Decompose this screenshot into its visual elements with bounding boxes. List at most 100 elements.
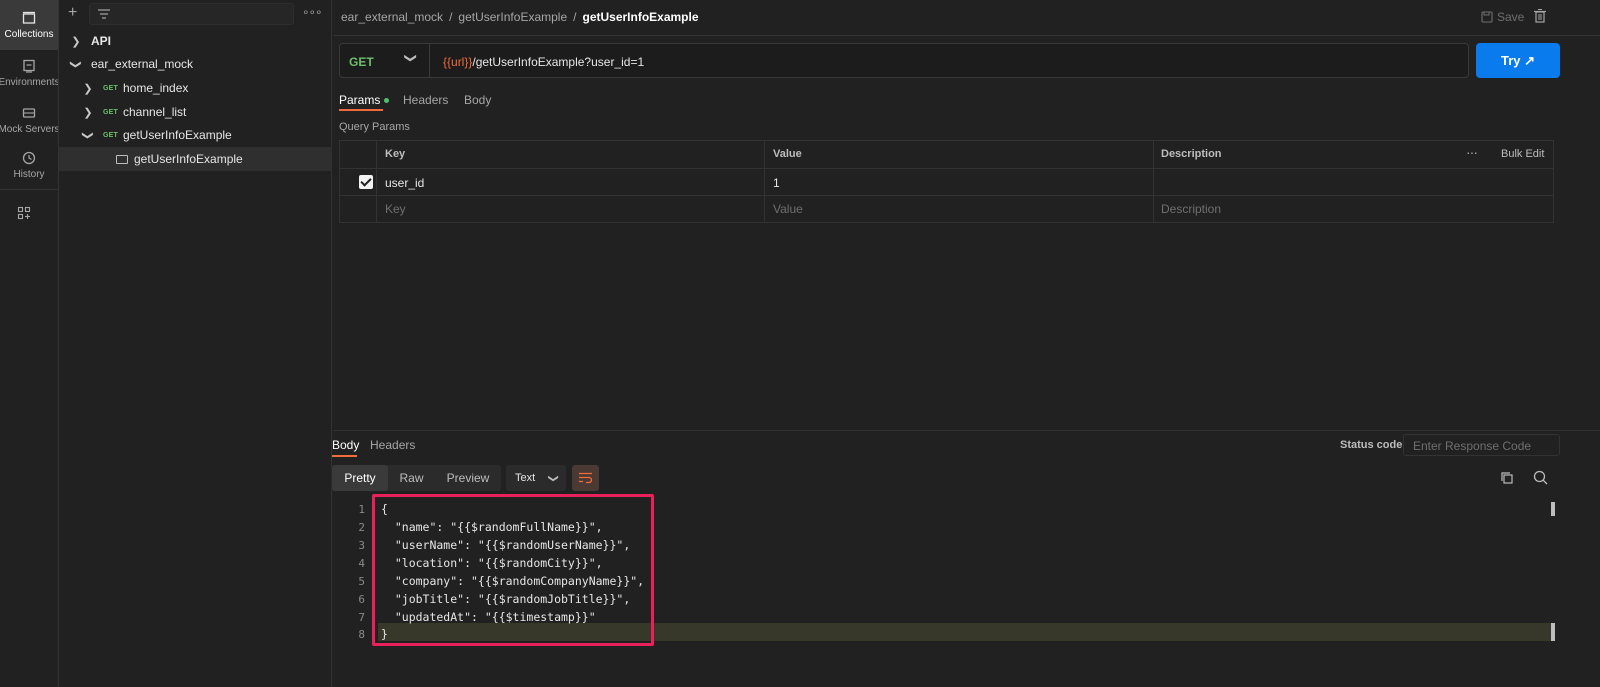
line-number: 4 (358, 557, 365, 570)
section-title: Query Params (339, 121, 410, 133)
param-value[interactable]: 1 (773, 176, 780, 190)
params-table: Key Value Description ··· Bulk Edit user… (339, 140, 1554, 223)
scrollbar-thumb[interactable] (1551, 502, 1555, 516)
column-header-value: Value (773, 148, 802, 160)
status-dot (383, 98, 389, 104)
collections-sidebar: + ∘∘∘ ❯ API ❯ ear_external_mock ❯ GET ho… (59, 0, 332, 687)
breadcrumb: ear_external_mock / getUserInfoExample /… (341, 10, 699, 24)
breadcrumb-collection[interactable]: ear_external_mock (341, 10, 443, 24)
tree-item-example[interactable]: getUserInfoExample (59, 147, 332, 171)
method-badge: GET (103, 84, 118, 92)
more-icon[interactable]: ∘∘∘ (302, 4, 323, 20)
delete-icon[interactable] (1534, 9, 1546, 26)
mock-servers-icon (22, 107, 36, 118)
active-tab-indicator (332, 455, 357, 457)
rail-label: History (13, 168, 45, 180)
breadcrumb-request[interactable]: getUserInfoExample (458, 10, 567, 24)
tab-params[interactable]: Params (339, 93, 389, 107)
save-button[interactable]: Save (1481, 10, 1524, 24)
left-rail: Collections Environments Mock Servers Hi… (0, 0, 59, 687)
tree-item-api[interactable]: ❯ API (59, 29, 332, 53)
save-icon (1481, 11, 1493, 23)
line-number: 2 (358, 521, 365, 534)
highlight-annotation-box (372, 494, 654, 646)
copy-icon[interactable] (1500, 471, 1514, 488)
row-divider (340, 168, 1553, 169)
mode-raw[interactable]: Raw (389, 465, 434, 491)
breadcrumb-current: getUserInfoExample (582, 10, 699, 24)
column-header-key: Key (385, 148, 406, 160)
save-label: Save (1497, 10, 1525, 24)
column-header-description: Description (1161, 148, 1222, 160)
method-label: GET (349, 55, 374, 69)
rail-history[interactable]: History (0, 140, 58, 190)
rail-label: Environments (0, 76, 58, 88)
mode-pretty[interactable]: Pretty (332, 465, 388, 491)
param-checkbox[interactable] (359, 175, 373, 189)
tree-item-label: getUserInfoExample (134, 152, 243, 166)
chevron-down-icon: ❯ (404, 52, 419, 64)
line-number: 3 (358, 539, 365, 552)
tab-response-headers[interactable]: Headers (370, 438, 415, 452)
rail-collections[interactable]: Collections (0, 0, 58, 50)
scrollbar-marker (1551, 623, 1555, 641)
wrap-toggle[interactable] (572, 465, 599, 491)
url-variable: {{url}} (443, 55, 473, 69)
bulk-edit-button[interactable]: Bulk Edit (1501, 148, 1544, 160)
rail-divider (0, 189, 58, 190)
tree-item-home-index[interactable]: ❯ GET home_index (59, 76, 332, 100)
chevron-down-icon: ❯ (81, 130, 94, 140)
new-value-input[interactable]: Value (773, 202, 803, 216)
status-code-input[interactable]: Enter Response Code (1403, 434, 1560, 456)
tree-item-label: home_index (123, 81, 189, 95)
status-code-placeholder: Enter Response Code (1413, 439, 1532, 453)
rail-environments[interactable]: Environments (0, 48, 58, 98)
mode-preview[interactable]: Preview (436, 465, 500, 491)
plus-icon[interactable]: + (68, 5, 77, 21)
header-bar: ear_external_mock / getUserInfoExample /… (333, 0, 1600, 36)
method-select[interactable]: GET ❯ (340, 44, 430, 77)
method-badge: GET (103, 131, 118, 139)
environments-icon (23, 59, 35, 73)
row-divider (340, 195, 1553, 196)
sidebar-filter-input[interactable] (89, 3, 294, 25)
format-label: Text (515, 472, 536, 484)
search-icon[interactable] (1533, 470, 1548, 488)
collections-icon (22, 11, 36, 24)
column-divider (1153, 141, 1154, 222)
chevron-down-icon: ❯ (547, 473, 559, 483)
line-number: 6 (358, 593, 365, 606)
more-icon[interactable]: ··· (1466, 144, 1478, 160)
rail-mock-servers[interactable]: Mock Servers (0, 95, 58, 145)
example-icon (116, 154, 128, 164)
chevron-down-icon: ❯ (69, 59, 82, 69)
new-key-input[interactable]: Key (385, 202, 406, 216)
line-number: 7 (358, 611, 365, 624)
chevron-right-icon: ❯ (71, 35, 81, 48)
url-path: /getUserInfoExample?user_id=1 (472, 55, 645, 69)
tree-item-collection[interactable]: ❯ ear_external_mock (59, 52, 332, 76)
format-select[interactable]: Text ❯ (506, 465, 566, 491)
tree-item-channel-list[interactable]: ❯ GET channel_list (59, 100, 332, 124)
rail-label: Collections (4, 28, 54, 40)
breadcrumb-separator: / (573, 10, 577, 24)
line-number: 5 (358, 575, 365, 588)
pane-divider[interactable] (333, 430, 1600, 431)
add-apps-icon[interactable] (17, 206, 31, 220)
column-divider (764, 141, 765, 222)
history-icon (22, 151, 36, 164)
try-button[interactable]: Try ↗ (1476, 43, 1560, 78)
tab-headers[interactable]: Headers (403, 93, 448, 107)
param-key[interactable]: user_id (385, 176, 424, 190)
breadcrumb-separator: / (449, 10, 453, 24)
url-input[interactable]: {{url}}/getUserInfoExample?user_id=1 (443, 55, 644, 69)
tab-response-body[interactable]: Body (332, 438, 359, 452)
tab-body[interactable]: Body (464, 93, 491, 107)
tree-item-label: ear_external_mock (91, 57, 194, 71)
new-description-input[interactable]: Description (1161, 202, 1221, 216)
tree-item-label: channel_list (123, 105, 187, 119)
wrap-icon (579, 472, 592, 484)
chevron-right-icon: ❯ (83, 82, 93, 95)
url-bar: GET ❯ {{url}}/getUserInfoExample?user_id… (339, 43, 1469, 78)
tree-item-get-user-info[interactable]: ❯ GET getUserInfoExample (59, 123, 332, 147)
